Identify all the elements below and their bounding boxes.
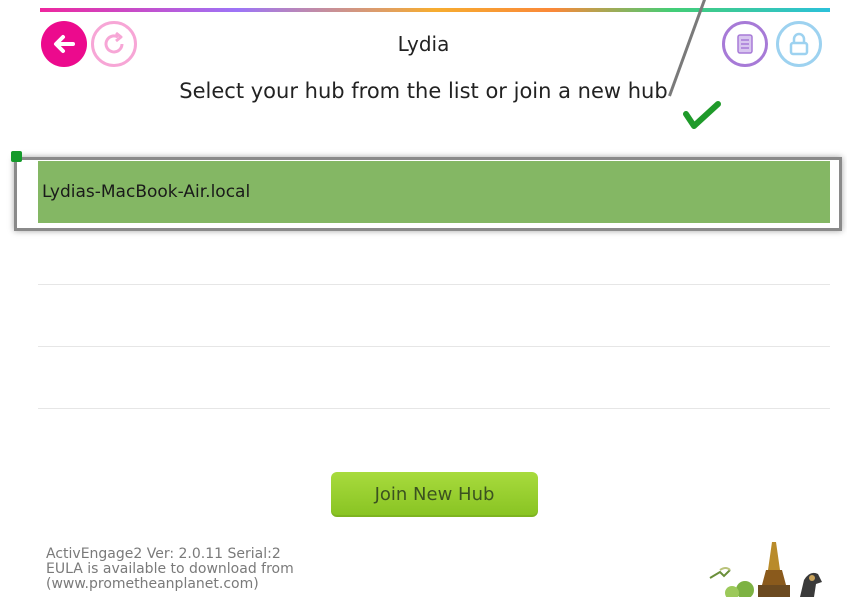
version-text: ActivEngage2 Ver: 2.0.11 Serial:2 [46, 546, 281, 562]
join-new-hub-button[interactable]: Join New Hub [331, 472, 538, 517]
eula-text: EULA is available to download from [46, 561, 294, 577]
list-icon [737, 34, 753, 54]
hub-list-item[interactable] [38, 285, 830, 347]
decorative-landscape-illustration [709, 542, 822, 597]
page-title: Lydia [397, 32, 450, 56]
lock-button[interactable] [776, 21, 822, 67]
list-button[interactable] [722, 21, 768, 67]
annotation-highlight-frame [14, 157, 842, 231]
annotation-marker-dot [11, 151, 22, 162]
header-rainbow-bar [40, 8, 830, 12]
lock-icon [789, 32, 809, 56]
hub-list-item[interactable] [38, 223, 830, 285]
version-footer: ActivEngage2 Ver: 2.0.11 Serial:2 EULA i… [46, 547, 294, 592]
hub-list-item[interactable] [38, 347, 830, 409]
website-text: (www.prometheanplanet.com) [46, 576, 259, 592]
annotation-checkmark-icon [683, 101, 721, 129]
